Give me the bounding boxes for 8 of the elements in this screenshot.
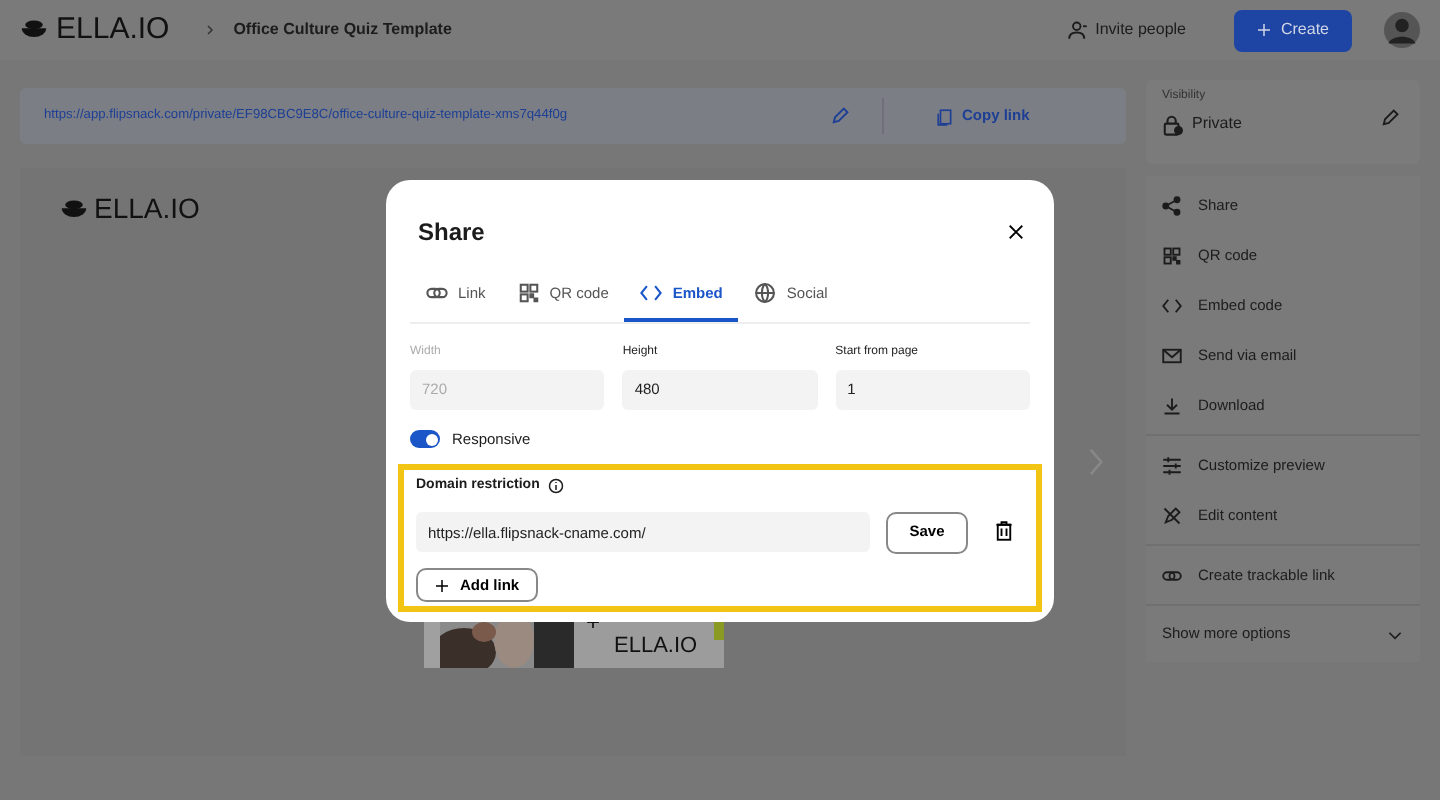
dialog-title: Share bbox=[418, 216, 485, 250]
logo-text: ELLA.IO bbox=[56, 9, 170, 50]
visibility-value: Private bbox=[1192, 112, 1242, 136]
logo-text: ELLA.IO bbox=[614, 631, 698, 661]
create-button[interactable]: Create bbox=[1234, 9, 1352, 51]
logo-text: ELLA.IO bbox=[94, 190, 200, 228]
document-title: Office Culture Quiz Template bbox=[233, 18, 452, 42]
invite-people-button[interactable]: Invite people bbox=[1067, 18, 1186, 42]
